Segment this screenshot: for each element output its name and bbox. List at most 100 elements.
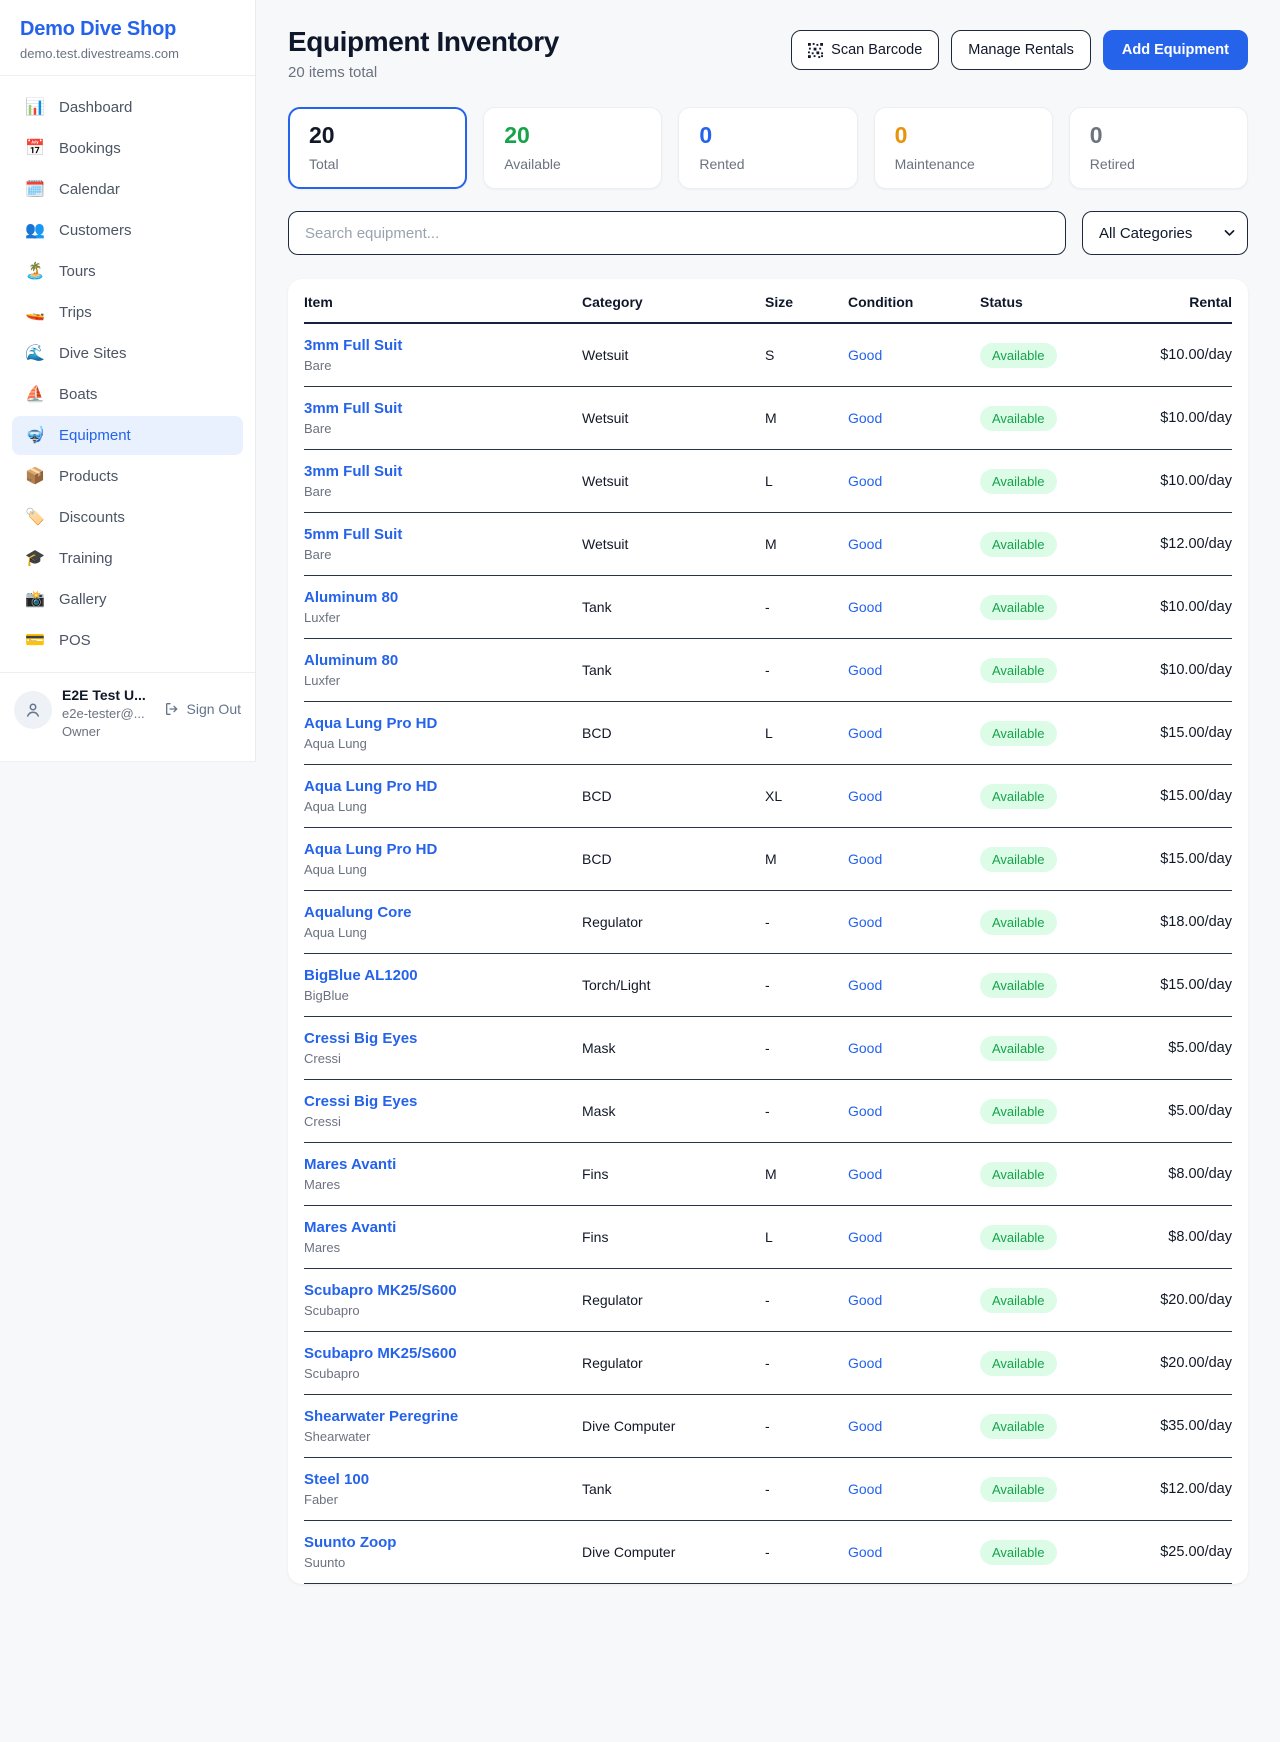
sidebar-item[interactable]: 🚤 Trips — [12, 293, 243, 332]
item-name-link[interactable]: Aluminum 80 — [304, 589, 582, 606]
item-name-link[interactable]: Aqua Lung Pro HD — [304, 715, 582, 732]
item-brand: Bare — [304, 421, 582, 436]
item-brand: Bare — [304, 547, 582, 562]
scan-barcode-button[interactable]: Scan Barcode — [791, 30, 939, 70]
sidebar-item[interactable]: 🏷️ Discounts — [12, 498, 243, 537]
item-cell: Shearwater Peregrine Shearwater — [304, 1395, 582, 1458]
item-name-link[interactable]: Aluminum 80 — [304, 652, 582, 669]
condition-link[interactable]: Good — [848, 1229, 882, 1245]
stat-card[interactable]: 0 Rented — [678, 107, 857, 189]
stat-card[interactable]: 0 Maintenance — [874, 107, 1053, 189]
sidebar-item[interactable]: ⛵ Boats — [12, 375, 243, 414]
condition-link[interactable]: Good — [848, 410, 882, 426]
item-cell: Aqualung Core Aqua Lung — [304, 891, 582, 954]
condition-cell: Good — [848, 576, 980, 639]
table-row: Aqua Lung Pro HD Aqua Lung BCD XL Good A… — [304, 765, 1232, 828]
table-row: 3mm Full Suit Bare Wetsuit M Good Availa… — [304, 387, 1232, 450]
condition-link[interactable]: Good — [848, 1040, 882, 1056]
manage-rentals-button[interactable]: Manage Rentals — [951, 30, 1091, 70]
table-row: Mares Avanti Mares Fins L Good Available… — [304, 1206, 1232, 1269]
item-name-link[interactable]: Aqua Lung Pro HD — [304, 778, 582, 795]
item-name-link[interactable]: Mares Avanti — [304, 1219, 582, 1236]
stat-card[interactable]: 20 Available — [483, 107, 662, 189]
item-name-link[interactable]: Suunto Zoop — [304, 1534, 582, 1551]
condition-link[interactable]: Good — [848, 1166, 882, 1182]
sidebar-item[interactable]: 📊 Dashboard — [12, 88, 243, 127]
item-brand: Luxfer — [304, 610, 582, 625]
sidebar-item[interactable]: 🤿 Equipment — [12, 416, 243, 455]
item-name-link[interactable]: Cressi Big Eyes — [304, 1093, 582, 1110]
condition-link[interactable]: Good — [848, 1418, 882, 1434]
brand-name[interactable]: Demo Dive Shop — [20, 18, 235, 41]
stat-card[interactable]: 0 Retired — [1069, 107, 1248, 189]
gallery-camera-icon: 📸 — [24, 592, 46, 608]
sidebar-item[interactable]: 🏝️ Tours — [12, 252, 243, 291]
item-name-link[interactable]: Aqua Lung Pro HD — [304, 841, 582, 858]
condition-link[interactable]: Good — [848, 1544, 882, 1560]
table-row: Aluminum 80 Luxfer Tank - Good Available… — [304, 576, 1232, 639]
sidebar-item[interactable]: 🗓️ Calendar — [12, 170, 243, 209]
condition-cell: Good — [848, 1332, 980, 1395]
rental-cell: $10.00/day — [1102, 639, 1232, 702]
sidebar: Demo Dive Shop demo.test.divestreams.com… — [0, 0, 256, 762]
condition-link[interactable]: Good — [848, 1292, 882, 1308]
item-cell: Aluminum 80 Luxfer — [304, 639, 582, 702]
sidebar-item[interactable]: 👥 Customers — [12, 211, 243, 250]
brand: Demo Dive Shop demo.test.divestreams.com — [0, 0, 255, 76]
item-name-link[interactable]: 3mm Full Suit — [304, 400, 582, 417]
sidebar-item[interactable]: 📸 Gallery — [12, 580, 243, 619]
item-name-link[interactable]: Scubapro MK25/S600 — [304, 1345, 582, 1362]
condition-link[interactable]: Good — [848, 977, 882, 993]
condition-link[interactable]: Good — [848, 599, 882, 615]
item-name-link[interactable]: Scubapro MK25/S600 — [304, 1282, 582, 1299]
item-name-link[interactable]: 5mm Full Suit — [304, 526, 582, 543]
user-role: Owner — [62, 724, 154, 739]
table-row: Mares Avanti Mares Fins M Good Available… — [304, 1143, 1232, 1206]
condition-link[interactable]: Good — [848, 851, 882, 867]
item-name-link[interactable]: Shearwater Peregrine — [304, 1408, 582, 1425]
condition-link[interactable]: Good — [848, 1103, 882, 1119]
item-cell: Mares Avanti Mares — [304, 1143, 582, 1206]
condition-link[interactable]: Good — [848, 1355, 882, 1371]
item-name-link[interactable]: Steel 100 — [304, 1471, 582, 1488]
table-row: BigBlue AL1200 BigBlue Torch/Light - Goo… — [304, 954, 1232, 1017]
item-name-link[interactable]: Aqualung Core — [304, 904, 582, 921]
condition-link[interactable]: Good — [848, 473, 882, 489]
category-select[interactable]: All Categories — [1082, 211, 1248, 255]
status-cell: Available — [980, 639, 1102, 702]
sidebar-item[interactable]: 📅 Bookings — [12, 129, 243, 168]
condition-cell: Good — [848, 450, 980, 513]
discounts-tag-icon: 🏷️ — [24, 510, 46, 526]
status-cell: Available — [980, 702, 1102, 765]
condition-link[interactable]: Good — [848, 347, 882, 363]
sidebar-item[interactable]: 🎓 Training — [12, 539, 243, 578]
search-input[interactable] — [288, 211, 1066, 255]
sidebar-item[interactable]: 📦 Products — [12, 457, 243, 496]
rental-cell: $8.00/day — [1102, 1206, 1232, 1269]
page-heading: Equipment Inventory 20 items total — [288, 26, 559, 81]
condition-cell: Good — [848, 891, 980, 954]
item-name-link[interactable]: Mares Avanti — [304, 1156, 582, 1173]
add-equipment-button[interactable]: Add Equipment — [1103, 30, 1248, 70]
stat-card[interactable]: 20 Total — [288, 107, 467, 189]
condition-link[interactable]: Good — [848, 725, 882, 741]
item-brand: Luxfer — [304, 673, 582, 688]
status-badge: Available — [980, 973, 1057, 998]
item-name-link[interactable]: Cressi Big Eyes — [304, 1030, 582, 1047]
condition-link[interactable]: Good — [848, 914, 882, 930]
sidebar-item-label: Discounts — [59, 509, 125, 526]
condition-link[interactable]: Good — [848, 662, 882, 678]
item-name-link[interactable]: 3mm Full Suit — [304, 463, 582, 480]
condition-link[interactable]: Good — [848, 788, 882, 804]
sidebar-item[interactable]: 💳 POS — [12, 621, 243, 660]
item-name-link[interactable]: BigBlue AL1200 — [304, 967, 582, 984]
status-badge: Available — [980, 1036, 1057, 1061]
pos-card-icon: 💳 — [24, 633, 46, 649]
condition-link[interactable]: Good — [848, 536, 882, 552]
sidebar-item[interactable]: 🌊 Dive Sites — [12, 334, 243, 373]
sign-out-button[interactable]: Sign Out — [164, 701, 241, 717]
category-cell: BCD — [582, 765, 765, 828]
column-header-size: Size — [765, 279, 848, 323]
condition-link[interactable]: Good — [848, 1481, 882, 1497]
item-name-link[interactable]: 3mm Full Suit — [304, 337, 582, 354]
